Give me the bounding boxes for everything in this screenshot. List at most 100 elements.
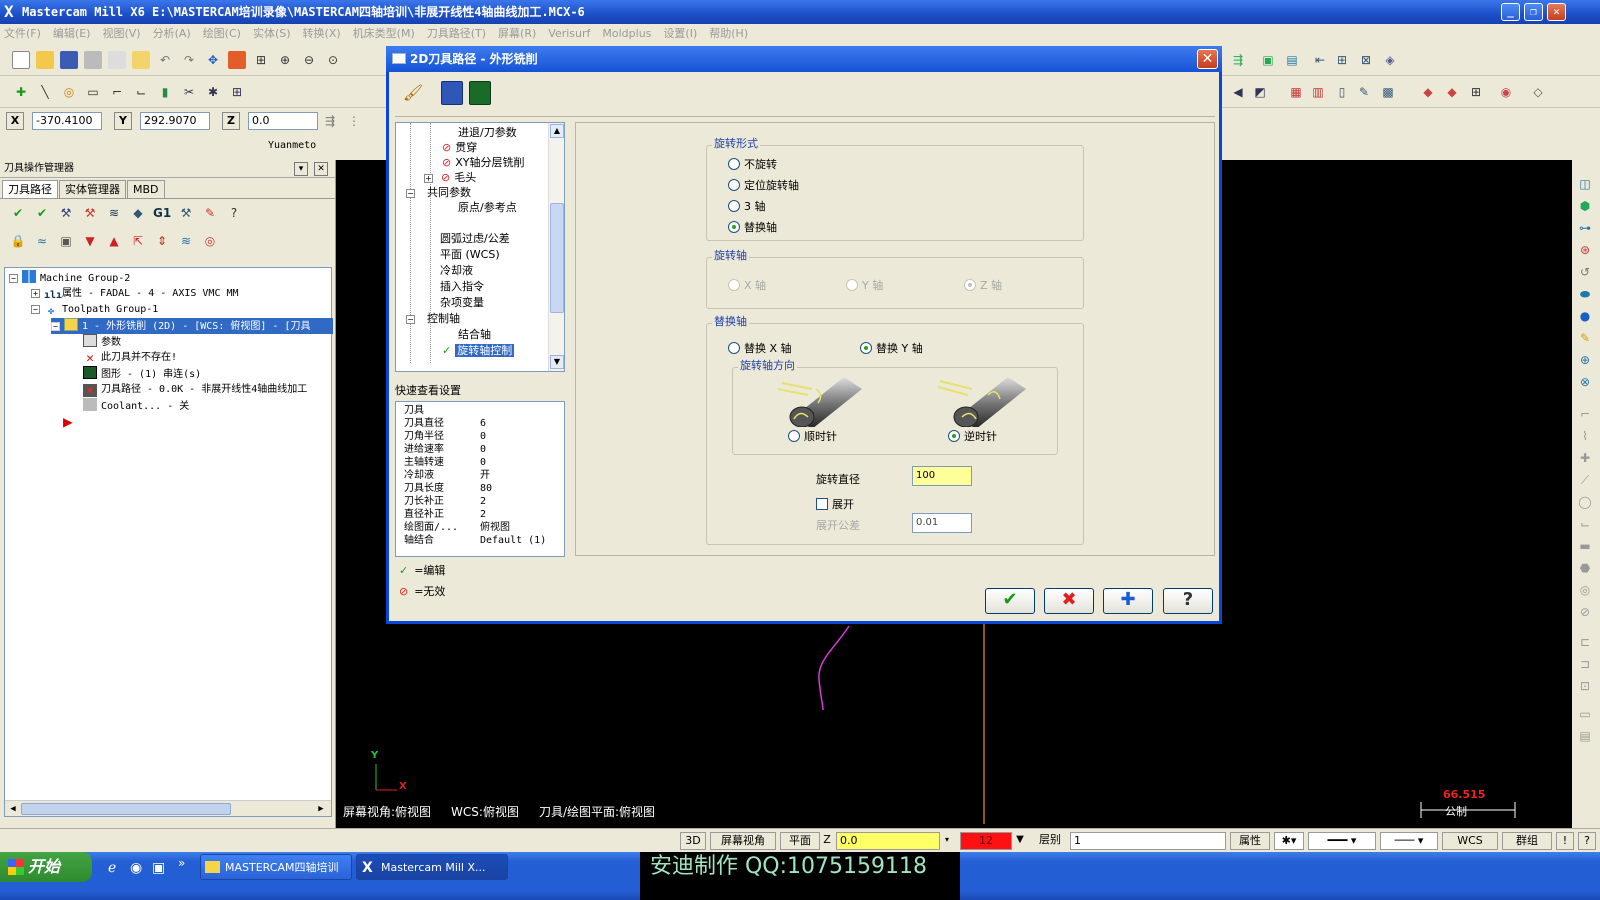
toolbar-right-icon-5[interactable]: ⊞ xyxy=(1333,51,1351,69)
fillet-icon[interactable]: ⌐ xyxy=(108,83,126,101)
radio-axis-substitution[interactable]: 替换轴 xyxy=(728,221,777,235)
toolbar2-right-icon-6[interactable]: ✎ xyxy=(1355,83,1373,101)
param-node-break-through[interactable]: ⊘ 贯穿 xyxy=(442,140,477,155)
select-dirty-ops-icon[interactable]: ✔ xyxy=(33,204,51,222)
tree-node-geometry[interactable]: 图形 - (1) 串连(s) xyxy=(83,366,201,382)
cancel-button[interactable]: ✖ xyxy=(1044,588,1094,614)
taskbar-item-folder[interactable]: MASTERCAM四轴培训 xyxy=(200,854,352,880)
plane-button[interactable]: 平面 xyxy=(780,832,820,850)
scroll-down-icon[interactable]: ▼ xyxy=(550,355,564,369)
right-tool-icon-21[interactable]: ⊏ xyxy=(1576,633,1594,651)
right-tool-icon-8[interactable]: ✎ xyxy=(1576,329,1594,347)
toolbar2-right-icon-4[interactable]: ▥ xyxy=(1309,83,1327,101)
expand-icon[interactable]: + xyxy=(31,289,40,298)
toolbar-right-icon-6[interactable]: ⊠ xyxy=(1357,51,1375,69)
zoom-window-icon[interactable]: ⊕ xyxy=(276,51,294,69)
lock-ops-icon[interactable]: 🔒 xyxy=(9,232,27,250)
toolbar2-right-icon-8[interactable]: ◆ xyxy=(1419,83,1437,101)
toolbar-right-icon-3[interactable]: ▤ xyxy=(1283,51,1301,69)
right-tool-icon-6[interactable]: ⬬ xyxy=(1576,285,1594,303)
tab-toolpaths[interactable]: 刀具路径 xyxy=(2,180,58,198)
radio-clockwise[interactable]: 顺时针 xyxy=(788,430,837,444)
minimize-button[interactable]: _ xyxy=(1501,3,1520,21)
menu-solids[interactable]: 实体(S) xyxy=(253,24,291,44)
menu-create[interactable]: 绘图(C) xyxy=(203,24,241,44)
right-tool-icon-18[interactable]: ⬣ xyxy=(1576,559,1594,577)
menu-machine-type[interactable]: 机床类型(M) xyxy=(353,24,415,44)
toolbar2-right-icon-7[interactable]: ▩ xyxy=(1379,83,1397,101)
select-all-ops-icon[interactable]: ✔ xyxy=(9,204,27,222)
tree-node-coolant[interactable]: Coolant... - 关 xyxy=(83,398,189,414)
start-button[interactable]: 开始 xyxy=(0,852,92,882)
collapse-icon[interactable]: − xyxy=(9,274,18,283)
wcs-button[interactable]: WCS xyxy=(1442,832,1498,850)
fit-icon[interactable]: ⊞ xyxy=(252,51,270,69)
radio-3-axis[interactable]: 3 轴 xyxy=(728,200,766,214)
menu-analyze[interactable]: 分析(A) xyxy=(153,24,191,44)
media-icon[interactable]: ◉ xyxy=(130,860,142,876)
z-depth-dropdown-icon[interactable]: ▾ xyxy=(942,832,952,850)
rectangle-icon[interactable]: ▭ xyxy=(84,83,102,101)
tab-mbd[interactable]: MBD xyxy=(127,180,165,198)
dialog-save-icon[interactable] xyxy=(441,81,463,105)
z-depth-input[interactable]: 0.0 xyxy=(836,832,940,850)
tab-solids-manager[interactable]: 实体管理器 xyxy=(59,180,126,198)
rotation-diameter-input[interactable]: 100 xyxy=(912,466,972,486)
param-node-rotary-axis-control[interactable]: ✓ 旋转轴控制 xyxy=(442,343,515,358)
right-tool-icon-19[interactable]: ◎ xyxy=(1576,581,1594,599)
toolbar2-right-icon-11[interactable]: ◉ xyxy=(1497,83,1515,101)
menu-edit[interactable]: 编辑(E) xyxy=(53,24,91,44)
param-node-multipasses[interactable]: ⊘ XY轴分层铣削 xyxy=(442,155,524,170)
radio-index-axis[interactable]: 定位旋转轴 xyxy=(728,179,799,193)
verify-icon[interactable]: ◆ xyxy=(129,204,147,222)
print-preview-icon[interactable] xyxy=(108,50,126,69)
attributes-button[interactable]: 属性 xyxy=(1230,832,1270,850)
menu-verisurf[interactable]: Verisurf xyxy=(548,24,590,44)
right-tool-icon-3[interactable]: ⊶ xyxy=(1576,219,1594,237)
move-down-icon[interactable]: ▼ xyxy=(81,232,99,250)
tree-node-machine-group[interactable]: − Machine Group-2 xyxy=(9,270,130,286)
tree-node-tool[interactable]: ✕ 此刀具并不存在! xyxy=(83,350,177,366)
radio-z-axis[interactable]: Z 轴 xyxy=(964,279,1002,293)
show-all-icon[interactable]: ◎ xyxy=(201,232,219,250)
ie-icon[interactable]: ℯ xyxy=(108,860,116,876)
x-coord-input[interactable]: -370.4100 xyxy=(32,112,102,130)
right-tool-icon-17[interactable]: ▬ xyxy=(1576,537,1594,555)
scroll-left-icon[interactable]: ◀ xyxy=(7,803,19,815)
param-node-common[interactable]: − 共同参数 xyxy=(406,185,471,200)
param-node-misc-values[interactable]: 杂项变量 xyxy=(440,295,484,310)
right-tool-icon-15[interactable]: ◯ xyxy=(1576,493,1594,511)
help-button[interactable]: ? xyxy=(1163,588,1213,614)
regenerate-icon[interactable]: ⚒ xyxy=(57,204,75,222)
line-icon[interactable]: ╲ xyxy=(36,83,54,101)
radio-counterclockwise[interactable]: 逆时针 xyxy=(948,430,997,444)
quicklaunch-more-icon[interactable]: » xyxy=(178,856,185,870)
lock-icon[interactable]: ⋮ xyxy=(345,112,363,130)
scroll-thumb[interactable] xyxy=(550,203,564,313)
panel-close-icon[interactable]: ✕ xyxy=(314,162,328,176)
groups-button[interactable]: 群组 xyxy=(1502,832,1552,850)
param-node-arc-filter[interactable]: 圆弧过虑/公差 xyxy=(440,231,510,246)
unwrap-checkbox[interactable]: 展开 xyxy=(816,498,854,512)
tree-node-parameters[interactable]: 参数 xyxy=(83,334,121,350)
toggle-post-icon[interactable]: ▣ xyxy=(57,232,75,250)
repaint-icon[interactable] xyxy=(228,50,246,69)
view-3d-button[interactable]: 3D xyxy=(680,832,706,850)
scroll-up-icon[interactable]: ▲ xyxy=(550,124,564,138)
toolbar-right-icon-4[interactable]: ⇤ xyxy=(1311,51,1329,69)
unwrap-tolerance-input[interactable]: 0.01 xyxy=(912,513,972,533)
right-tool-icon-13[interactable]: ✚ xyxy=(1576,449,1594,467)
zoom-target-icon[interactable]: ⊙ xyxy=(324,51,342,69)
move-up-icon[interactable]: ▲ xyxy=(105,232,123,250)
expand-icon[interactable]: + xyxy=(424,174,433,183)
y-coord-input[interactable]: 292.9070 xyxy=(140,112,210,130)
scroll-icon[interactable]: ⇕ xyxy=(153,232,171,250)
collapse-icon[interactable]: − xyxy=(406,315,415,324)
radio-x-axis[interactable]: X 轴 xyxy=(728,279,766,293)
regenerate-dirty-icon[interactable]: ⚒ xyxy=(81,204,99,222)
collapse-icon[interactable]: − xyxy=(31,305,40,314)
collapse-icon[interactable]: − xyxy=(51,322,60,331)
insert-arrow-icon[interactable]: ⇱ xyxy=(129,232,147,250)
undo-icon[interactable]: ↶ xyxy=(156,51,174,69)
panel-dropdown-icon[interactable]: ▾ xyxy=(294,162,308,176)
